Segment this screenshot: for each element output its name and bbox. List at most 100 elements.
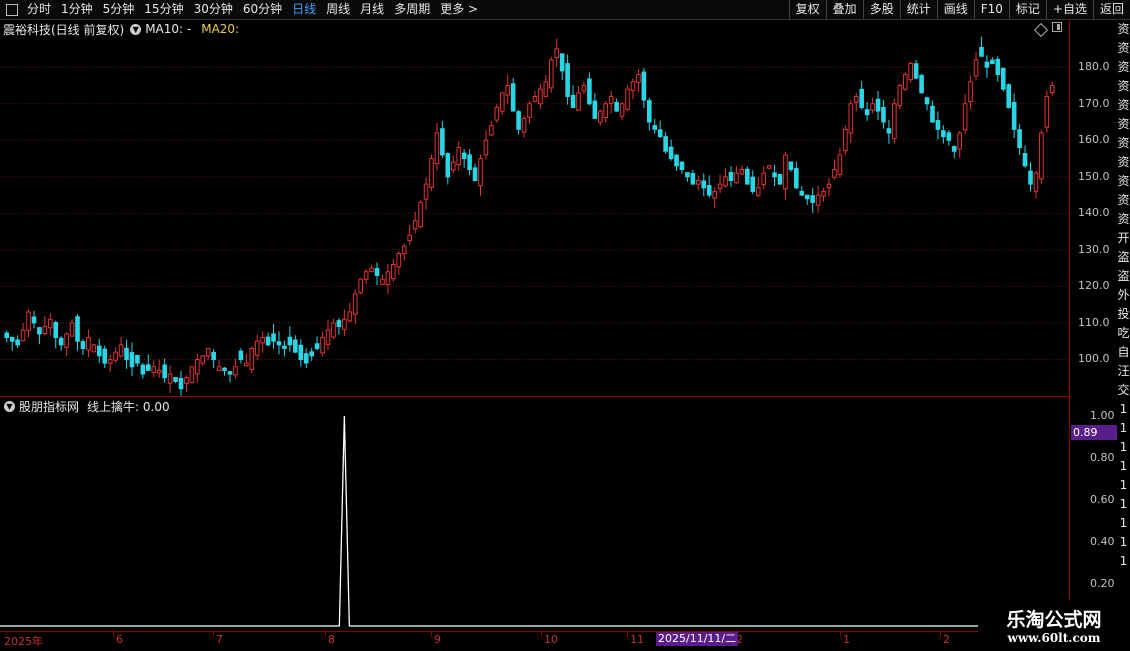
side-strip-char: 1 — [1119, 535, 1128, 549]
candle-body — [538, 88, 543, 105]
candle-body — [804, 194, 810, 200]
candle-body — [832, 169, 837, 178]
candle-body — [135, 354, 140, 364]
candle-body — [581, 84, 587, 92]
stock-title[interactable]: 震裕科技(日线 前复权) — [3, 21, 124, 38]
candle-body — [211, 351, 216, 360]
candle-body — [848, 103, 854, 134]
candle-body — [1044, 95, 1050, 128]
candle-body — [456, 147, 462, 166]
candle-body — [745, 168, 750, 185]
tool-button[interactable]: 复权 — [788, 0, 826, 19]
candle-body — [401, 245, 407, 255]
watermark-url: www.60lt.com — [1007, 631, 1101, 645]
side-strip-char: 1 — [1119, 554, 1128, 568]
candle-body — [870, 103, 875, 111]
period-tab[interactable]: 30分钟 — [189, 0, 238, 19]
candle-body — [4, 332, 10, 339]
tool-button[interactable]: +自选 — [1045, 0, 1093, 19]
candle-body — [37, 327, 42, 335]
candle-body — [358, 278, 363, 294]
period-tab[interactable]: 周线 — [321, 0, 355, 19]
candle-body — [734, 172, 739, 184]
candle-body — [973, 59, 979, 77]
window-icon[interactable] — [1052, 22, 1062, 32]
candle-body — [20, 329, 26, 342]
date-tick-mark — [940, 632, 941, 637]
candle-body — [336, 320, 342, 328]
candle-body — [53, 321, 59, 339]
candle-body — [205, 348, 211, 357]
candle-body — [47, 318, 53, 329]
candle-body — [799, 190, 805, 196]
period-tab[interactable]: 60分钟 — [238, 0, 287, 19]
period-tab[interactable]: 1分钟 — [56, 0, 98, 19]
side-info-panel: 资资资资资资资资资资资开盗盗外投吃自汪交111111111 — [1117, 20, 1130, 631]
price-tick-label: 130.0 — [1078, 242, 1110, 256]
candle-body — [875, 98, 881, 112]
tool-button[interactable]: 多股 — [862, 0, 900, 19]
period-tab[interactable]: 多周期 — [389, 0, 435, 19]
candle-body — [276, 341, 282, 346]
period-tab[interactable]: 15分钟 — [139, 0, 188, 19]
menu-icon[interactable] — [6, 3, 18, 16]
candle-body — [216, 366, 222, 371]
price-tick-label: 100.0 — [1078, 352, 1110, 366]
candle-body — [96, 345, 102, 357]
candle-body — [407, 234, 412, 242]
kline-chart[interactable] — [0, 20, 1070, 631]
date-tick-label: 1 — [843, 633, 850, 646]
candle-body — [233, 366, 238, 376]
period-tab[interactable]: 月线 — [355, 0, 389, 19]
candle-body — [592, 100, 598, 119]
diamond-icon[interactable] — [1033, 22, 1049, 38]
candle-body — [363, 271, 369, 280]
candle-body — [227, 371, 233, 375]
candle-body — [690, 173, 696, 185]
price-tick-label: 140.0 — [1078, 206, 1110, 220]
candle-body — [516, 111, 521, 130]
tool-button[interactable]: 返回 — [1092, 0, 1130, 19]
candle-body — [521, 117, 527, 133]
date-axis — [0, 631, 1130, 651]
tool-button[interactable]: 叠加 — [825, 0, 863, 19]
date-tick-mark — [213, 632, 214, 637]
period-tab[interactable]: 5分钟 — [98, 0, 140, 19]
candle-body — [990, 59, 995, 65]
candle-body — [151, 366, 157, 373]
candle-body — [750, 176, 756, 192]
side-strip-char: 资 — [1117, 79, 1130, 93]
candle-body — [619, 103, 625, 117]
candle-body — [9, 336, 15, 342]
tool-button[interactable]: 标记 — [1008, 0, 1046, 19]
tool-button[interactable]: 统计 — [899, 0, 937, 19]
period-tab[interactable]: 日线 — [287, 0, 321, 19]
tool-buttons: 复权 叠加 多股 统计 画线 F10 标记 +自选 返回 — [788, 0, 1130, 19]
tool-button[interactable]: 画线 — [936, 0, 974, 19]
candle-body — [396, 253, 402, 268]
candle-body — [766, 165, 772, 169]
side-strip-char: 1 — [1119, 459, 1128, 473]
ma10-label: MA10: - — [145, 22, 192, 36]
candle-body — [603, 103, 609, 119]
candle-body — [184, 377, 189, 384]
side-strip-char: 交 — [1117, 383, 1130, 397]
candle-body — [597, 110, 603, 123]
candle-body — [15, 339, 20, 346]
period-tab[interactable]: 更多 > — [435, 0, 483, 19]
period-tab[interactable]: 分时 — [22, 0, 56, 19]
candle-body — [423, 183, 429, 200]
date-tick-label: 9 — [434, 633, 441, 646]
candle-body — [347, 311, 353, 322]
expand-icon[interactable]: ▼ — [4, 400, 15, 412]
expand-icon[interactable]: ▼ — [130, 23, 142, 35]
candle-body — [712, 190, 717, 199]
candle-body — [886, 128, 892, 134]
watermark-title: 乐淘公式网 — [1006, 609, 1102, 631]
side-strip-char: 1 — [1119, 421, 1128, 435]
side-strip-char: 资 — [1117, 212, 1130, 226]
indicator-name[interactable]: 股朋指标网 — [19, 398, 79, 415]
tool-button[interactable]: F10 — [973, 0, 1009, 19]
candle-body — [178, 377, 184, 390]
date-tick-mark — [627, 632, 628, 637]
